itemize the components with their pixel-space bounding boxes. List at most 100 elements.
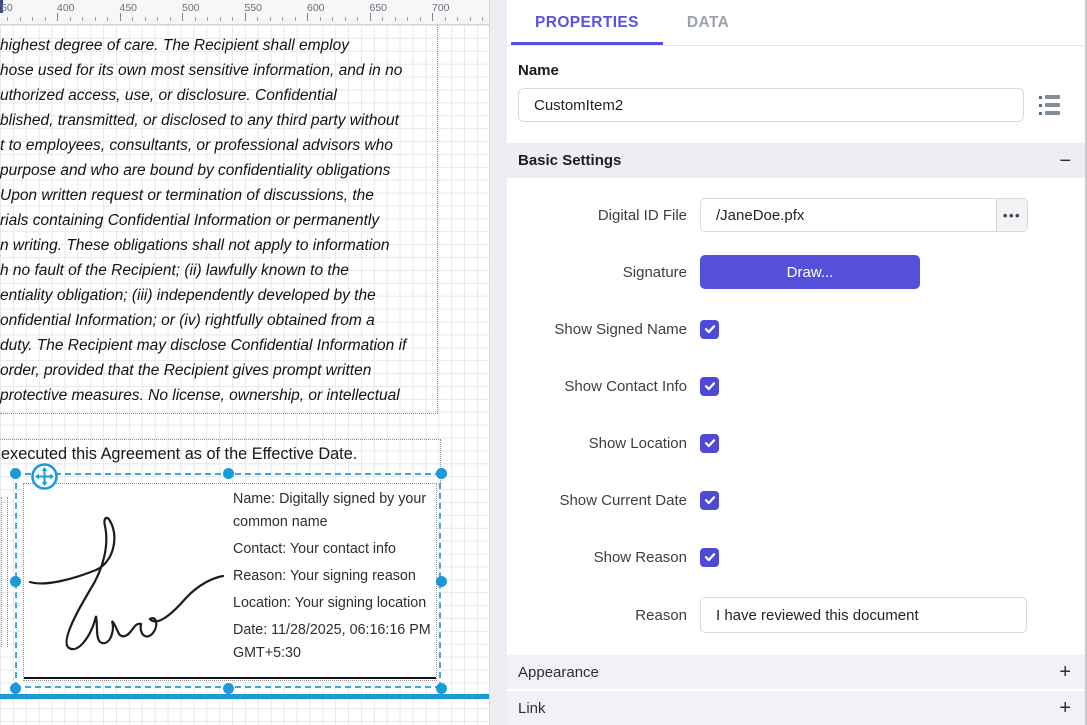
ruler-tick (232, 17, 233, 21)
checkbox-rows: Show Signed Name Show Contact Info (507, 312, 1085, 574)
collapsed-section-header[interactable]: Appearance + (507, 655, 1085, 689)
panel-tab[interactable]: DATA (663, 0, 753, 45)
collapsed-section-header[interactable]: Link + (507, 691, 1085, 725)
document-line: purpose and who are bound by confidentia… (0, 158, 445, 183)
ruler-tick (470, 17, 471, 21)
ruler-tick (170, 17, 171, 21)
ruler-tick (307, 13, 308, 21)
check-icon (703, 493, 717, 507)
resize-handle-mid-left[interactable] (10, 576, 21, 587)
name-input[interactable] (518, 88, 1024, 122)
selection-rectangle[interactable] (15, 473, 441, 688)
ruler-tick (457, 17, 458, 21)
document-line: order, provided that the Recipient gives… (0, 358, 445, 383)
ruler-tick (145, 17, 146, 21)
ruler-label: 50 (1, 2, 13, 14)
basic-settings-body: Digital ID File ••• Signature Draw... Sh… (507, 178, 1085, 655)
document-line: h no fault of the Recipient; (ii) lawful… (0, 258, 445, 283)
draw-button[interactable]: Draw... (700, 255, 920, 289)
checkbox-label: Show Signed Name (518, 321, 687, 338)
resize-handle-mid-right[interactable] (436, 576, 447, 587)
reason-row: Reason (507, 597, 1085, 633)
resize-handle-top-left[interactable] (10, 468, 21, 479)
digital-id-label: Digital ID File (518, 207, 687, 224)
textbox-bottom-border (0, 413, 438, 414)
expand-icon[interactable]: + (1059, 662, 1071, 682)
list-icon[interactable] (1039, 95, 1060, 115)
document-line: onfidential Information; or (iv) rightfu… (0, 308, 445, 333)
design-canvas[interactable]: 50400450500550600650700 highest degree o… (0, 0, 489, 725)
ruler-tick (257, 17, 258, 21)
document-line: blished, transmitted, or disclosed to an… (0, 108, 445, 133)
ruler-tick (382, 17, 383, 21)
digital-id-input[interactable] (700, 198, 997, 232)
ruler-tick (445, 17, 446, 21)
document-line: Upon written request or termination of d… (0, 183, 445, 208)
panel-tab[interactable]: PROPERTIES (511, 0, 663, 45)
resize-handle-top-center[interactable] (223, 468, 234, 479)
document-line: rials containing Confidential Informatio… (0, 208, 445, 233)
document-line: hose used for its own most sensitive inf… (0, 58, 445, 83)
ruler-tick (482, 17, 483, 21)
document-paragraph[interactable]: highest degree of care. The Recipient sh… (0, 33, 445, 412)
digital-id-row: Digital ID File ••• (507, 198, 1085, 232)
checkbox-checked[interactable] (700, 491, 719, 510)
resize-handle-bottom-center[interactable] (223, 683, 234, 694)
basic-settings-header[interactable]: Basic Settings − (507, 143, 1085, 178)
checkbox-row: Show Signed Name (507, 312, 1085, 346)
ruler-label: 700 (432, 2, 450, 14)
ruler-tick (207, 17, 208, 21)
clipped-item-edge (1, 497, 2, 647)
document-line: duty. The Recipient may disclose Confide… (0, 333, 445, 358)
document-line: t to employees, consultants, or professi… (0, 133, 445, 158)
checkbox-checked[interactable] (700, 320, 719, 339)
checkbox-row: Show Location (507, 426, 1085, 460)
ruler-tick (420, 17, 421, 21)
checkbox-checked[interactable] (700, 377, 719, 396)
check-icon (703, 379, 717, 393)
document-line: n writing. These obligations shall not a… (0, 233, 445, 258)
name-row (518, 88, 1060, 122)
ruler-tick (220, 17, 221, 21)
signature-label: Signature (518, 264, 687, 281)
ruler-tick (82, 17, 83, 21)
ruler-label: 500 (182, 2, 200, 14)
collapse-icon[interactable]: − (1059, 151, 1071, 171)
checkbox-row: Show Contact Info (507, 369, 1085, 403)
ruler-tick (407, 17, 408, 21)
checkbox-checked[interactable] (700, 434, 719, 453)
signature-row: Signature Draw... (507, 255, 1085, 289)
ruler-tick (57, 13, 58, 21)
ruler-label: 450 (120, 2, 138, 14)
checkbox-row: Show Current Date (507, 483, 1085, 517)
ruler-tick (7, 17, 8, 21)
panel-tabbar: PROPERTIESDATA (507, 0, 1085, 46)
check-icon (703, 436, 717, 450)
checkbox-checked[interactable] (700, 548, 719, 567)
ruler-tick (395, 17, 396, 21)
ruler-tick (270, 17, 271, 21)
move-icon[interactable] (30, 462, 59, 491)
panel-divider[interactable] (489, 0, 507, 725)
report-designer-app: 50400450500550600650700 highest degree o… (0, 0, 1087, 725)
ruler-tick (95, 17, 96, 21)
reason-input[interactable] (700, 597, 1027, 633)
resize-handle-top-right[interactable] (436, 468, 447, 479)
ruler-tick (32, 17, 33, 21)
ruler-tick (332, 17, 333, 21)
ruler-label: 600 (307, 2, 325, 14)
ruler-label: 550 (245, 2, 263, 14)
expand-icon[interactable]: + (1059, 698, 1071, 718)
ruler-tick (132, 17, 133, 21)
collapsed-section-title: Appearance (518, 664, 599, 681)
ruler-tick (107, 17, 108, 21)
ruler-tick (195, 17, 196, 21)
textbox-right-border (437, 25, 438, 414)
document-line: protective measures. No license, ownersh… (0, 383, 445, 408)
resize-handle-bottom-right[interactable] (436, 683, 447, 694)
ruler-tick (370, 13, 371, 21)
resize-handle-bottom-left[interactable] (10, 683, 21, 694)
page-bottom-edge (0, 694, 489, 699)
checkbox-label: Show Contact Info (518, 378, 687, 395)
browse-ellipsis-button[interactable]: ••• (997, 198, 1028, 232)
